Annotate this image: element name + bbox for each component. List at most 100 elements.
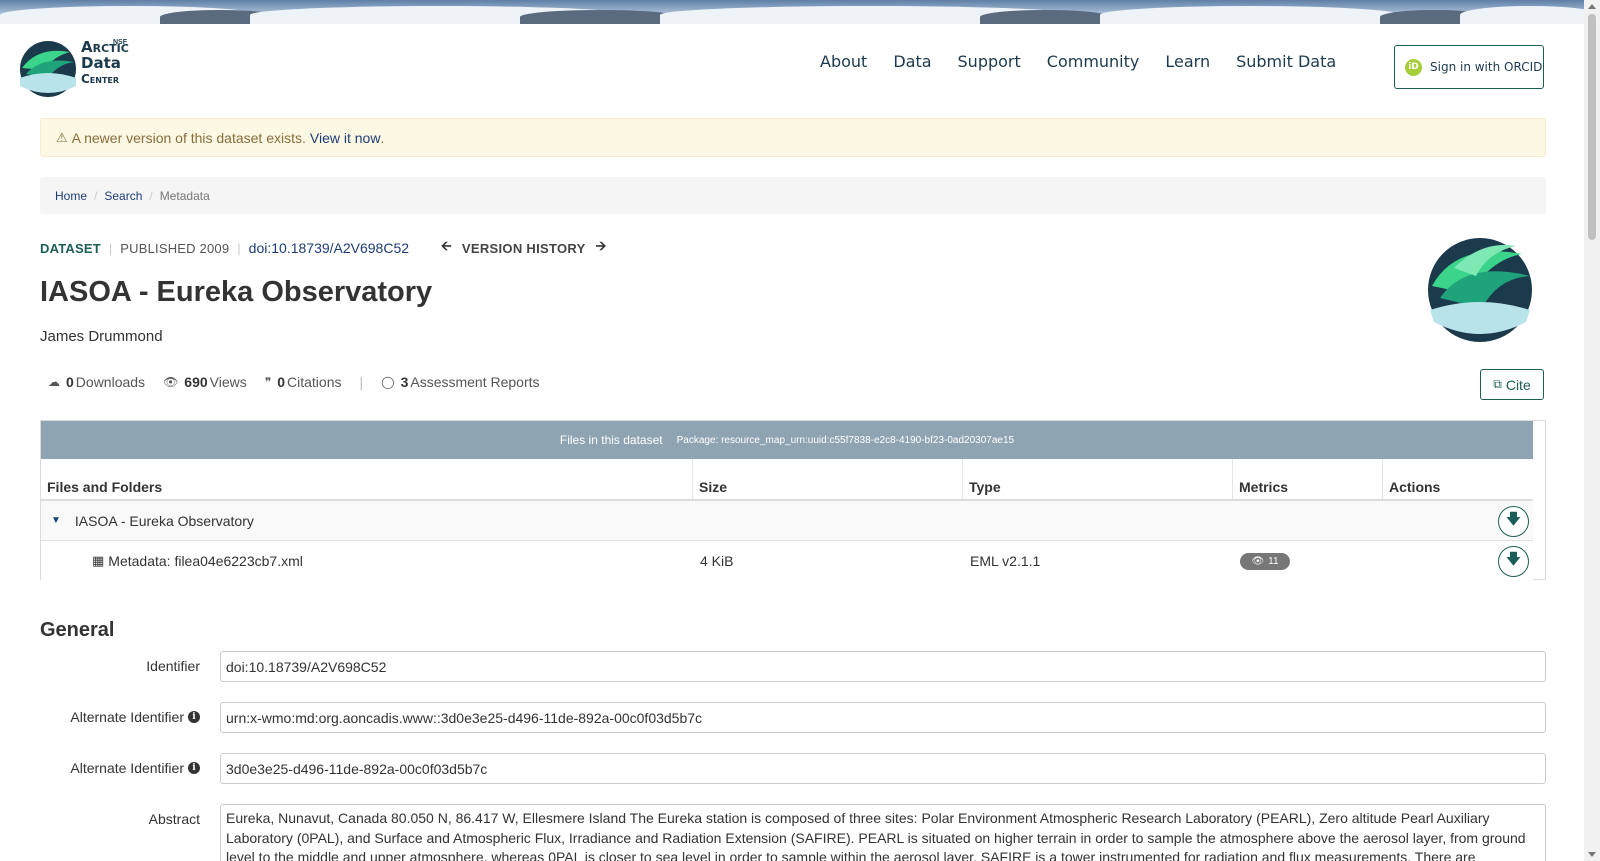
column-size[interactable]: Size (693, 459, 963, 499)
identifier-field[interactable]: doi:10.18739/A2V698C52 (220, 651, 1546, 682)
files-table-header: Files in this dataset Package: resource_… (41, 421, 1533, 459)
breadcrumb-search[interactable]: Search (104, 189, 142, 203)
dataset-author[interactable]: James Drummond (40, 328, 163, 345)
cloud-download-icon: 🡇 (1505, 551, 1522, 568)
reports-label: Assessment Reports (410, 374, 540, 390)
downloads-stat: ☁ 0 Downloads (48, 374, 145, 390)
files-heading: Files in this dataset (559, 433, 663, 447)
nav-about[interactable]: About (820, 52, 867, 71)
files-table: Files in this dataset Package: resource_… (40, 420, 1546, 581)
download-folder-button[interactable]: 🡇 (1498, 506, 1529, 537)
views-label: Views (209, 374, 247, 390)
logo-line-1: Arctic (81, 38, 129, 56)
nav-submit-data[interactable]: Submit Data (1236, 52, 1336, 71)
breadcrumb-metadata: Metadata (159, 188, 210, 203)
main-nav: About Data Support Community Learn Submi… (820, 52, 1362, 71)
file-name-cell: ▦ Metadata: filea04e6223cb7.xml (92, 553, 303, 569)
file-type: EML v2.1.1 (970, 553, 1041, 569)
nav-learn[interactable]: Learn (1165, 52, 1210, 71)
folder-name: IASOA - Eureka Observatory (74, 512, 254, 529)
file-views-badge: 👁 11 (1240, 553, 1290, 570)
version-history-label[interactable]: VERSION HISTORY (462, 241, 586, 256)
page-scrollbar[interactable] (1584, 0, 1600, 861)
dashboard-gauge-icon: ◯ (381, 375, 395, 389)
alternate-identifier-label-text: Alternate Identifier (70, 760, 184, 776)
file-size: 4 KiB (700, 553, 734, 569)
alternate-identifier-label: Alternate Identifier i (70, 709, 200, 725)
previous-version-arrow-icon[interactable]: 🡨 (441, 237, 452, 259)
arctic-data-center-emblem-icon (1428, 238, 1532, 342)
assessment-reports-stat[interactable]: ◯ 3 Assessment Reports (381, 374, 539, 390)
column-type[interactable]: Type (963, 459, 1233, 499)
table-row-folder[interactable]: ▼ IASOA - Eureka Observatory 🡇 (41, 501, 1533, 541)
copy-icon: ⧉ (1493, 377, 1502, 391)
alternate-identifier-field[interactable]: 3d0e3e25-d496-11de-892a-00c0f03d5b7c (220, 753, 1546, 784)
file-views-count: 11 (1268, 556, 1279, 567)
logo-line-3: Center (81, 72, 120, 86)
nav-support[interactable]: Support (958, 52, 1021, 71)
citations-label: Citations (287, 374, 342, 390)
eye-icon: 👁 (1251, 556, 1265, 567)
breadcrumb-separator: / (94, 188, 98, 203)
orcid-icon: iD (1405, 58, 1422, 76)
orcid-button-label: Sign in with ORCID (1430, 60, 1543, 74)
scroll-down-arrow-icon[interactable] (1588, 852, 1596, 857)
sign-in-orcid-button[interactable]: iD Sign in with ORCID (1394, 45, 1544, 89)
site-header: NSF Arctic Data Center About Data Suppor… (0, 24, 1584, 109)
dataset-title: IASOA - Eureka Observatory (40, 276, 433, 308)
identifier-label-text: Identifier (146, 658, 200, 674)
dataset-stats: ☁ 0 Downloads 👁 690 Views ❞ 0 Citations … (48, 374, 558, 390)
header-banner-image (0, 0, 1584, 24)
citations-count: 0 (277, 374, 286, 390)
info-icon[interactable]: i (188, 762, 200, 774)
logo-line-2: Data (81, 54, 121, 72)
views-stat: 👁 690 Views (163, 374, 247, 390)
version-history: 🡨 VERSION HISTORY 🡪 (431, 237, 616, 259)
breadcrumb: Home / Search / Metadata (40, 177, 1546, 214)
reports-count: 3 (400, 374, 409, 390)
file-name[interactable]: Metadata: filea04e6223cb7.xml (108, 553, 303, 569)
identifier-label: Identifier (146, 658, 200, 674)
quote-icon: ❞ (264, 375, 272, 389)
scrollbar-thumb[interactable] (1588, 14, 1596, 240)
abstract-label-text: Abstract (148, 811, 200, 827)
column-files-and-folders[interactable]: Files and Folders (41, 459, 693, 499)
breadcrumb-separator: / (149, 188, 153, 203)
meta-divider: | (237, 240, 241, 256)
published-year: PUBLISHED 2009 (120, 240, 230, 256)
view-newer-version-link[interactable]: View it now (310, 130, 381, 146)
scroll-up-arrow-icon[interactable] (1588, 4, 1596, 9)
dataset-type-label: DATASET (40, 240, 101, 256)
download-file-button[interactable]: 🡇 (1498, 546, 1529, 577)
column-actions: Actions (1389, 479, 1441, 495)
nav-data[interactable]: Data (893, 52, 931, 71)
newer-version-alert: ⚠ A newer version of this dataset exists… (40, 118, 1546, 157)
meta-divider: | (108, 240, 113, 256)
table-icon: ▦ (92, 553, 105, 568)
alert-text: A newer version of this dataset exists. (71, 129, 306, 146)
citations-stat: ❞ 0 Citations (265, 374, 342, 390)
caret-down-icon[interactable]: ▼ (51, 515, 61, 526)
general-section-title: General (40, 619, 115, 641)
cloud-download-icon: 🡇 (1505, 511, 1522, 528)
downloads-label: Downloads (75, 374, 146, 390)
info-icon[interactable]: i (188, 711, 200, 723)
alternate-identifier-label-text: Alternate Identifier (70, 709, 184, 725)
eye-icon: 👁 (163, 375, 179, 389)
cite-button[interactable]: ⧉ Cite (1480, 369, 1544, 400)
abstract-label: Abstract (149, 811, 200, 827)
column-metrics: Metrics (1233, 459, 1383, 499)
table-row-file[interactable]: ▦ Metadata: filea04e6223cb7.xml 4 KiB EM… (41, 541, 1533, 581)
abstract-field[interactable]: Eureka, Nunavut, Canada 80.050 N, 86.417… (220, 804, 1546, 861)
warning-icon: ⚠ (56, 129, 68, 145)
dataset-doi-link[interactable]: doi:10.18739/A2V698C52 (249, 240, 409, 256)
nav-community[interactable]: Community (1047, 52, 1140, 71)
package-id: Package: resource_map_urn:uuid:c55f7838-… (676, 434, 1015, 446)
alternate-identifier-label: Alternate Identifier i (70, 760, 200, 776)
next-version-arrow-icon[interactable]: 🡪 (596, 237, 607, 259)
downloads-count: 0 (66, 374, 74, 390)
alternate-identifier-field[interactable]: urn:x-wmo:md:org.aoncadis.www::3d0e3e25-… (220, 702, 1546, 733)
stats-divider: | (359, 374, 364, 390)
breadcrumb-home[interactable]: Home (55, 189, 87, 203)
alert-trailing-text: . (380, 129, 385, 146)
